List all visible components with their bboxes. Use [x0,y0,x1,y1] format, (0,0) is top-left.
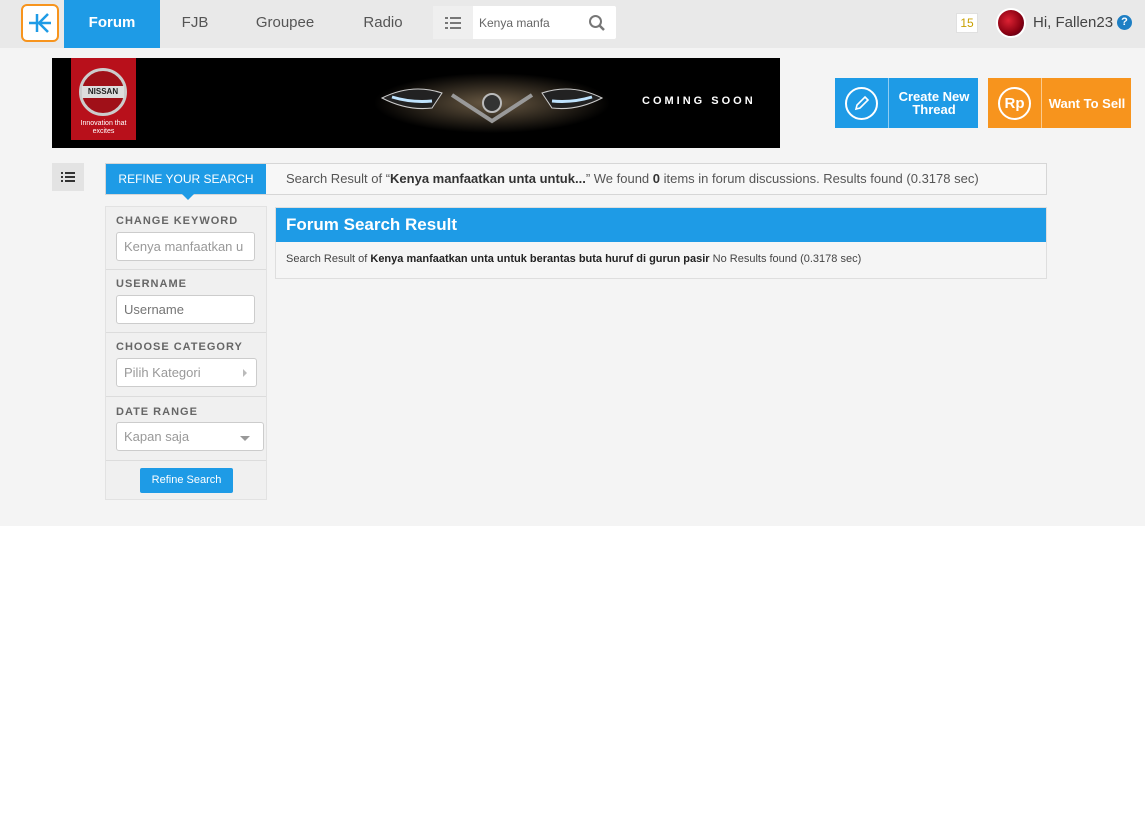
summary-mid: ” We found [585,171,653,186]
username-label: USERNAME [116,278,187,290]
category-label: CHOOSE CATEGORY [116,341,243,353]
summary-prefix: Search Result of “ [286,171,391,186]
username-input[interactable] [116,295,255,324]
notification-badge[interactable]: 15 [956,13,978,33]
date-range-label: DATE RANGE [116,406,198,418]
nissan-brand-text: NISSAN [82,86,124,98]
refine-search-sidebar: CHANGE KEYWORD USERNAME CHOOSE CATEGORY … [105,206,267,500]
date-range-select[interactable]: Kapan saja [116,422,264,451]
list-icon [61,172,75,182]
category-filter: CHOOSE CATEGORY Pilih Kategori [106,333,266,397]
summary-keyword: Kenya manfaatkan unta untuk... [390,171,586,186]
search-input[interactable] [479,6,589,39]
summary-count: 0 [652,171,661,186]
nav-groupee[interactable]: Groupee [244,0,326,48]
result-prefix: Search Result of [286,253,371,265]
create-thread-icon-wrap [835,78,889,128]
search-category-button[interactable] [433,6,473,39]
chevron-right-icon [243,369,247,377]
category-select[interactable]: Pilih Kategori [116,358,257,387]
search-box [433,6,616,39]
nav-forum[interactable]: Forum [64,0,160,48]
category-select-value: Pilih Kategori [124,365,201,380]
nissan-banner-ad[interactable]: NISSAN Innovation that excites COMING SO… [52,58,780,148]
want-to-sell-icon-wrap: Rp [988,78,1042,128]
refine-search-button[interactable]: Refine Search [140,468,233,493]
keyword-filter: CHANGE KEYWORD [106,207,266,270]
no-results-message: Search Result of Kenya manfaatkan unta u… [286,253,861,265]
nissan-logo-panel: NISSAN Innovation that excites [71,58,136,140]
keyword-input[interactable] [116,232,255,261]
want-to-sell-label: Want To Sell [1048,95,1126,111]
create-thread-label: Create New Thread [898,89,970,117]
search-summary-text: Search Result of “Kenya manfaatkan unta … [286,164,979,194]
date-range-filter: DATE RANGE Kapan saja [106,397,266,461]
nav-fjb[interactable]: FJB [170,0,220,48]
nissan-tagline: Innovation that excites [80,120,127,135]
sidebar-toggle-button[interactable] [52,163,84,191]
rupiah-icon: Rp [998,86,1031,120]
nissan-logo-icon: NISSAN [79,68,127,116]
result-suffix: No Results found (0.3178 sec) [709,253,862,265]
pencil-icon [845,86,878,120]
date-range-value: Kapan saja [124,429,190,444]
search-icon[interactable] [588,14,606,32]
banner-caption: COMING SOON [642,95,756,107]
avatar[interactable] [996,8,1026,38]
username-filter: USERNAME [106,270,266,333]
panel-title: Forum Search Result [276,208,1046,242]
kaskus-logo-icon[interactable] [21,4,59,42]
user-greeting[interactable]: Hi, Fallen23 [1033,14,1113,31]
chevron-down-icon [240,436,250,441]
result-keyword: Kenya manfaatkan unta untuk berantas but… [370,253,710,265]
summary-suffix: items in forum discussions. Results foun… [660,171,979,186]
top-navbar: Forum FJB Groupee Radio 15 Hi, Fallen23 … [0,0,1145,48]
refine-search-tab[interactable]: REFINE YOUR SEARCH [106,164,266,200]
forum-search-result-panel: Forum Search Result Search Result of Ken… [275,207,1047,279]
list-icon [445,16,461,29]
create-thread-button[interactable]: Create New Thread [835,78,978,128]
page: Forum FJB Groupee Radio 15 Hi, Fallen23 … [0,0,1145,821]
keyword-label: CHANGE KEYWORD [116,215,239,227]
help-icon[interactable]: ? [1117,15,1132,30]
nav-radio[interactable]: Radio [352,0,414,48]
want-to-sell-button[interactable]: Rp Want To Sell [988,78,1131,128]
car-front-image [374,73,610,133]
search-summary-bar: REFINE YOUR SEARCH Search Result of “Ken… [105,163,1047,200]
